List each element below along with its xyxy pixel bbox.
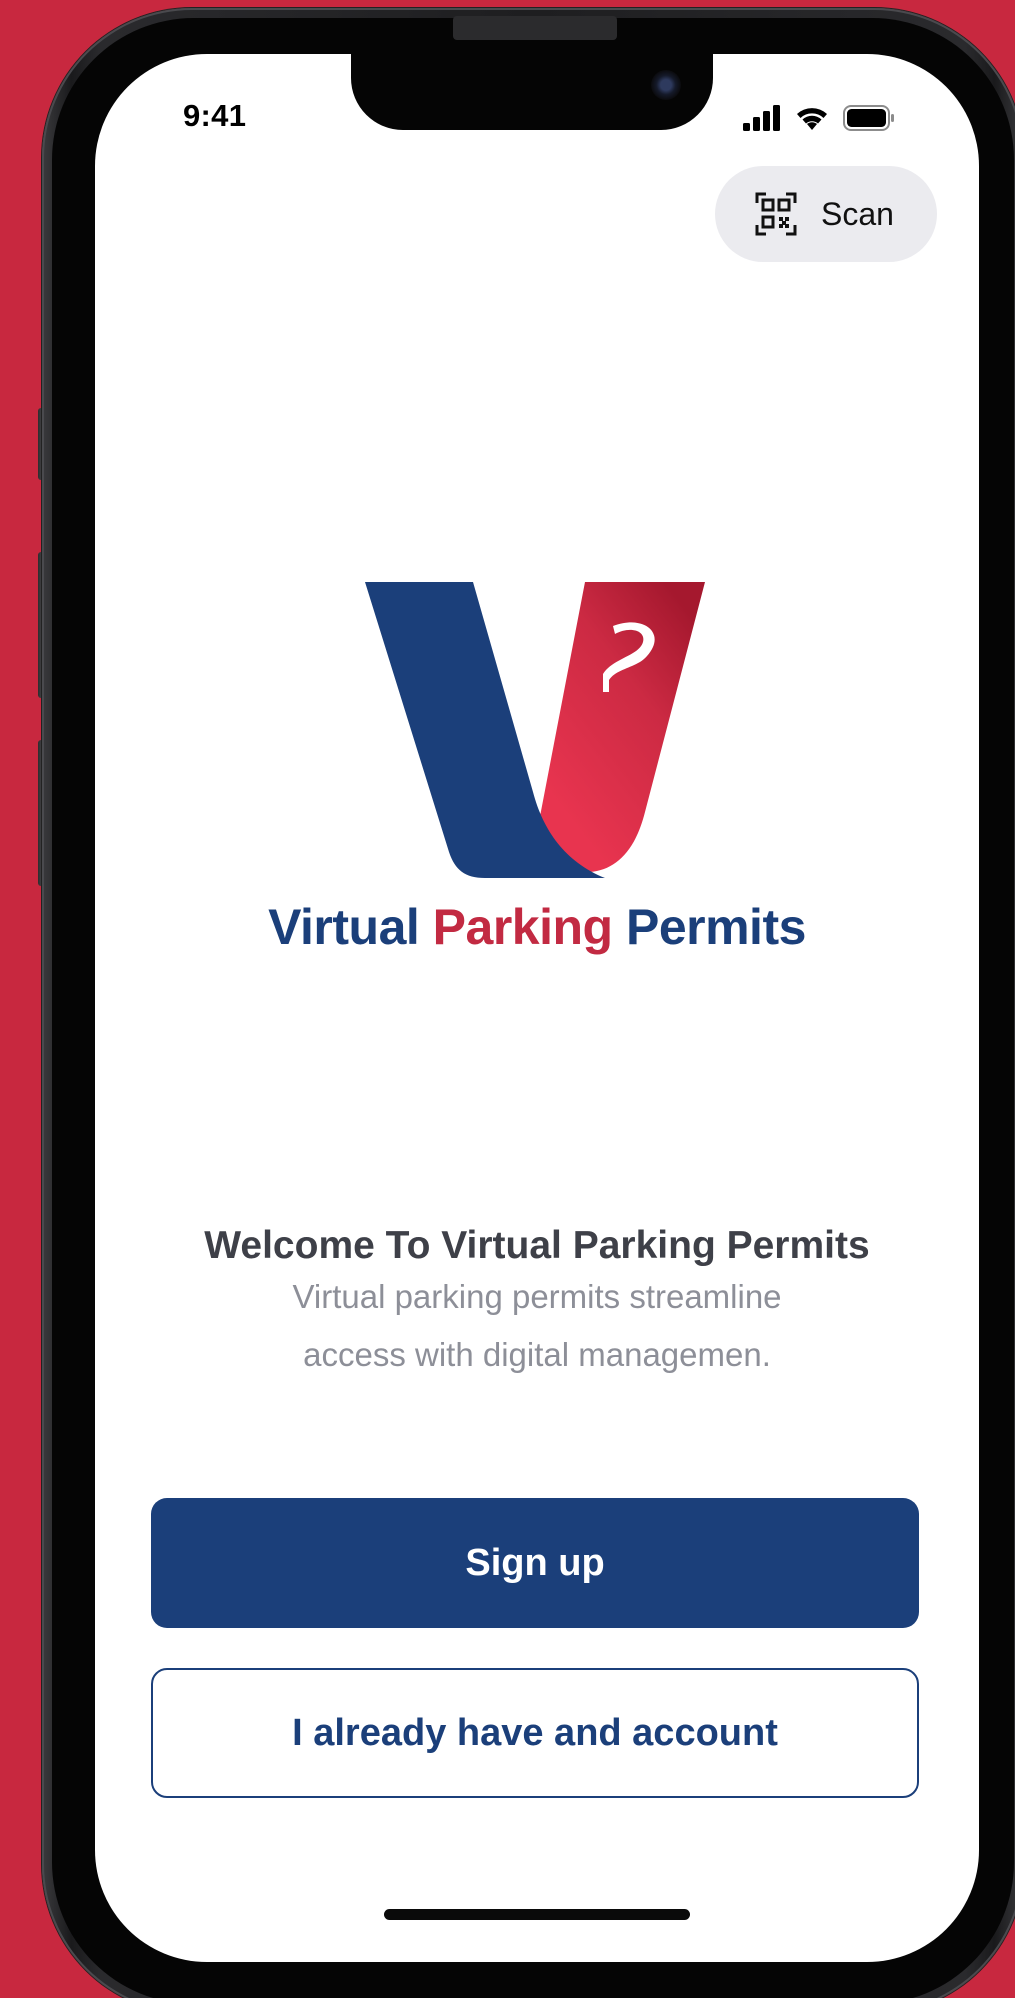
login-button[interactable]: I already have and account xyxy=(151,1668,919,1798)
scan-button[interactable]: Scan xyxy=(715,166,937,262)
home-indicator[interactable] xyxy=(384,1909,690,1920)
status-time: 9:41 xyxy=(183,98,247,133)
welcome-title: Welcome To Virtual Parking Permits xyxy=(204,1224,870,1267)
signup-button[interactable]: Sign up xyxy=(151,1498,919,1628)
logo-word-permits: Permits xyxy=(625,899,806,955)
speaker-grille xyxy=(453,16,617,40)
logo-word-parking: Parking xyxy=(432,899,613,955)
scan-label: Scan xyxy=(821,195,894,232)
notch xyxy=(351,54,713,130)
logo-wordmark: Virtual Parking Permits xyxy=(95,898,979,956)
app-screen: 9:41 Scan Virtual Parking Permits Welcom… xyxy=(95,54,979,1962)
qr-code-icon xyxy=(755,192,797,236)
welcome-subtitle: Virtual parking permits streamline acces… xyxy=(292,1278,782,1373)
status-icons xyxy=(743,102,895,134)
vpp-logo-icon xyxy=(365,582,705,878)
front-camera xyxy=(651,70,681,100)
cellular-signal-icon xyxy=(743,105,780,131)
wifi-icon xyxy=(797,108,827,130)
battery-icon xyxy=(843,105,894,131)
logo-word-virtual: Virtual xyxy=(268,899,420,955)
